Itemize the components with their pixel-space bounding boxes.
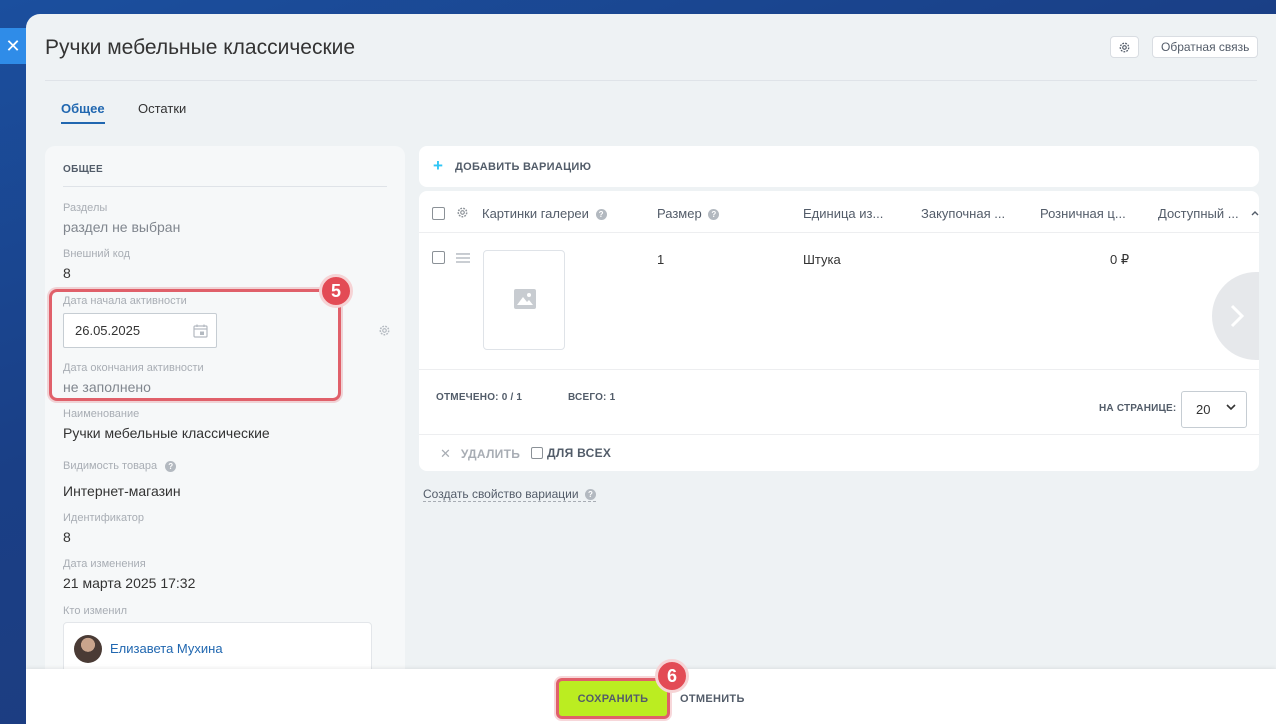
- sections-label: Разделы: [63, 202, 108, 214]
- name-label: Наименование: [63, 408, 140, 420]
- sort-arrow-icon[interactable]: [1251, 210, 1259, 216]
- per-page-label: НА СТРАНИЦЕ:: [1099, 403, 1177, 414]
- column-header-unit[interactable]: Единица из...: [803, 206, 883, 221]
- chevron-down-icon: [1226, 404, 1236, 411]
- cell-retail-price[interactable]: 0 ₽: [1110, 252, 1129, 268]
- add-variation-button[interactable]: + ДОБАВИТЬ ВАРИАЦИЮ: [419, 146, 1259, 187]
- settings-button[interactable]: [1110, 36, 1139, 58]
- for-all-checkbox[interactable]: [531, 447, 543, 459]
- column-gallery-label: Картинки галереи: [482, 206, 589, 221]
- total-counter: ВСЕГО: 1: [568, 392, 615, 403]
- gallery-image-placeholder[interactable]: [483, 250, 565, 350]
- column-header-available[interactable]: Доступный ...: [1158, 206, 1239, 221]
- external-code-value[interactable]: 8: [63, 265, 71, 281]
- marked-counter: ОТМЕЧЕНО: 0 / 1: [436, 392, 522, 403]
- drag-handle-icon[interactable]: [456, 253, 470, 263]
- id-label: Идентификатор: [63, 512, 144, 524]
- bottom-action-bar: СОХРАНИТЬ ОТМЕНИТЬ 6: [26, 659, 1276, 724]
- delete-button[interactable]: ✕ УДАЛИТЬ: [440, 446, 520, 462]
- modified-by-label: Кто изменил: [63, 605, 128, 617]
- close-icon: ✕: [440, 446, 452, 461]
- create-property-label: Создать свойство вариации: [423, 487, 579, 501]
- close-icon: ✕: [5, 35, 21, 56]
- rows-divider: [419, 369, 1259, 370]
- column-header-purchase-price[interactable]: Закупочная ...: [921, 206, 1005, 221]
- modified-label: Дата изменения: [63, 558, 146, 570]
- section-divider: [63, 186, 387, 187]
- delete-label: УДАЛИТЬ: [460, 447, 521, 461]
- avatar: [74, 635, 102, 663]
- user-name-link[interactable]: Елизавета Мухина: [110, 641, 223, 656]
- external-code-label: Внешний код: [63, 248, 131, 260]
- plus-icon: +: [433, 156, 443, 175]
- help-icon[interactable]: ?: [708, 209, 720, 221]
- cell-size[interactable]: 1: [657, 252, 664, 267]
- select-all-checkbox[interactable]: [432, 207, 445, 220]
- image-icon: [514, 289, 536, 309]
- chevron-right-icon: [1230, 304, 1244, 328]
- scroll-right-button[interactable]: [1212, 272, 1259, 360]
- visibility-label-text: Видимость товара: [63, 460, 158, 472]
- total-value: 1: [609, 392, 616, 403]
- footer-divider: [419, 434, 1259, 435]
- section-title: ОБЩЕЕ: [63, 164, 103, 175]
- column-header-retail-price[interactable]: Розничная ц...: [1040, 206, 1126, 221]
- column-header-gallery[interactable]: Картинки галереи ?: [482, 206, 607, 221]
- total-label: ВСЕГО:: [568, 392, 607, 403]
- per-page-select[interactable]: 20: [1181, 391, 1247, 428]
- add-variation-label: ДОБАВИТЬ ВАРИАЦИЮ: [455, 161, 592, 173]
- highlight-frame: [49, 289, 341, 401]
- create-variation-property-link[interactable]: Создать свойство вариации ?: [423, 487, 596, 502]
- column-size-label: Размер: [657, 206, 702, 221]
- field-settings-icon[interactable]: [378, 324, 391, 337]
- gear-icon: [1119, 42, 1130, 52]
- help-icon[interactable]: ?: [595, 209, 607, 221]
- close-slider-button[interactable]: ✕: [0, 28, 26, 64]
- tab-stock[interactable]: Остатки: [138, 101, 186, 116]
- per-page-value: 20: [1196, 402, 1211, 417]
- variations-grid: Картинки галереи ? Размер ? Единица из..…: [419, 191, 1259, 471]
- modified-value: 21 марта 2025 17:32: [63, 575, 196, 591]
- step-badge-5: 5: [319, 274, 353, 308]
- cell-unit[interactable]: Штука: [803, 252, 841, 267]
- product-card-slider: Ручки мебельные классические Обратная св…: [26, 14, 1276, 724]
- step-badge-6: 6: [655, 659, 689, 693]
- id-value: 8: [63, 529, 71, 545]
- column-settings-icon[interactable]: [456, 206, 469, 219]
- header-divider: [419, 232, 1259, 233]
- name-value[interactable]: Ручки мебельные классические: [63, 425, 270, 441]
- visibility-label: Видимость товара ?: [63, 460, 177, 472]
- header-divider: [45, 80, 1257, 81]
- sections-value[interactable]: раздел не выбран: [63, 219, 180, 235]
- column-header-size[interactable]: Размер ?: [657, 206, 720, 221]
- save-button[interactable]: СОХРАНИТЬ: [559, 681, 667, 716]
- general-info-panel: ОБЩЕЕ Разделы раздел не выбран Внешний к…: [45, 146, 405, 686]
- marked-label: ОТМЕЧЕНО:: [436, 392, 499, 403]
- help-icon[interactable]: ?: [584, 489, 596, 501]
- cancel-button[interactable]: ОТМЕНИТЬ: [680, 693, 745, 705]
- marked-value: 0 / 1: [501, 392, 523, 403]
- feedback-button[interactable]: Обратная связь: [1152, 36, 1259, 58]
- for-all-toggle[interactable]: ДЛЯ ВСЕХ: [531, 446, 611, 460]
- visibility-value[interactable]: Интернет-магазин: [63, 483, 181, 499]
- for-all-label: ДЛЯ ВСЕХ: [547, 446, 612, 460]
- tab-general[interactable]: Общее: [61, 101, 105, 124]
- help-icon[interactable]: ?: [165, 460, 177, 472]
- row-checkbox[interactable]: [432, 251, 445, 264]
- page-title: Ручки мебельные классические: [45, 36, 356, 59]
